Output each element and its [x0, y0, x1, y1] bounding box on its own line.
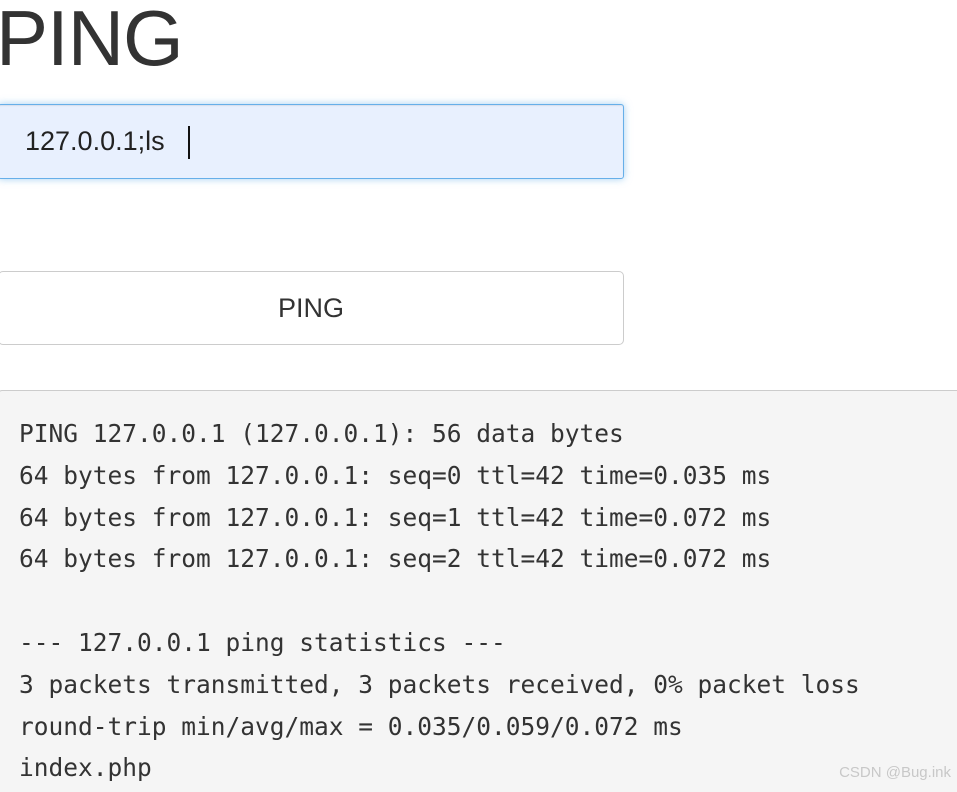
page-title: PING — [0, 0, 184, 82]
watermark: CSDN @Bug.ink — [839, 764, 951, 781]
ping-output-text: PING 127.0.0.1 (127.0.0.1): 56 data byte… — [19, 419, 860, 783]
ping-button[interactable]: PING — [0, 271, 624, 345]
ping-output-panel: PING 127.0.0.1 (127.0.0.1): 56 data byte… — [0, 390, 957, 792]
ip-address-input[interactable] — [0, 104, 624, 179]
text-caret — [188, 126, 190, 159]
